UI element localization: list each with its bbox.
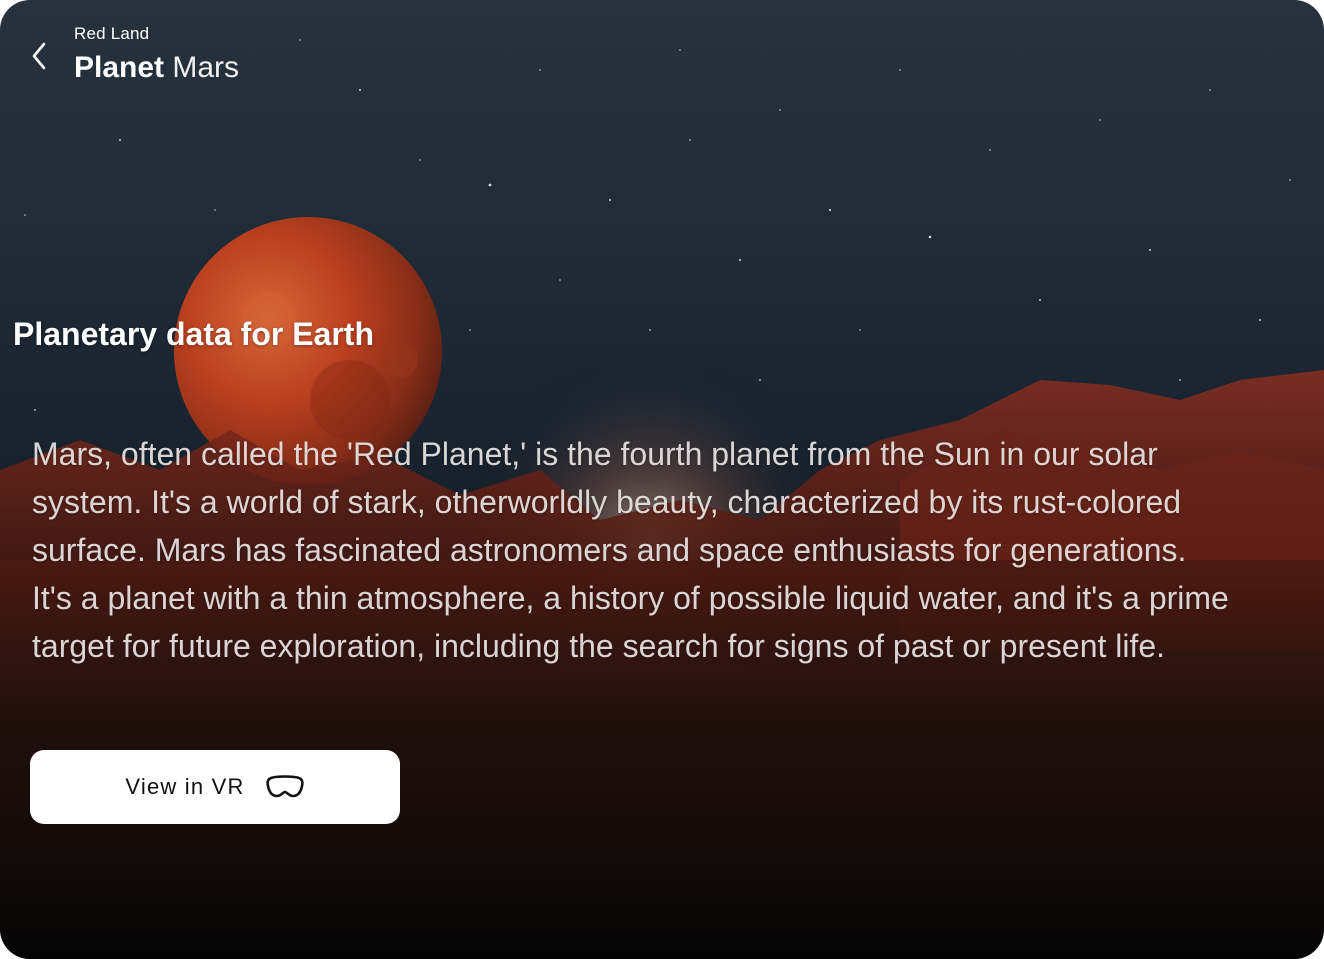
chevron-left-icon[interactable] (30, 41, 48, 71)
view-in-vr-label: View in VR (125, 774, 245, 799)
description-text: Mars, often called the 'Red Planet,' is … (32, 436, 1229, 664)
view-in-vr-button[interactable]: View in VR (30, 750, 400, 824)
title-group: Red Land Planet Mars (74, 22, 239, 88)
page-title: Planet Mars (74, 48, 239, 88)
back-button[interactable] (30, 36, 58, 76)
header: Red Land Planet Mars (30, 22, 239, 88)
vr-headset-icon (265, 774, 305, 800)
page-title-light: Mars (172, 51, 240, 84)
page-title-bold: Planet (74, 51, 165, 84)
planet-card: Red Land Planet Mars Planetary data for … (0, 0, 1324, 959)
section-title: Planetary data for Earth (13, 316, 374, 352)
page-subtitle: Red Land (74, 24, 150, 43)
